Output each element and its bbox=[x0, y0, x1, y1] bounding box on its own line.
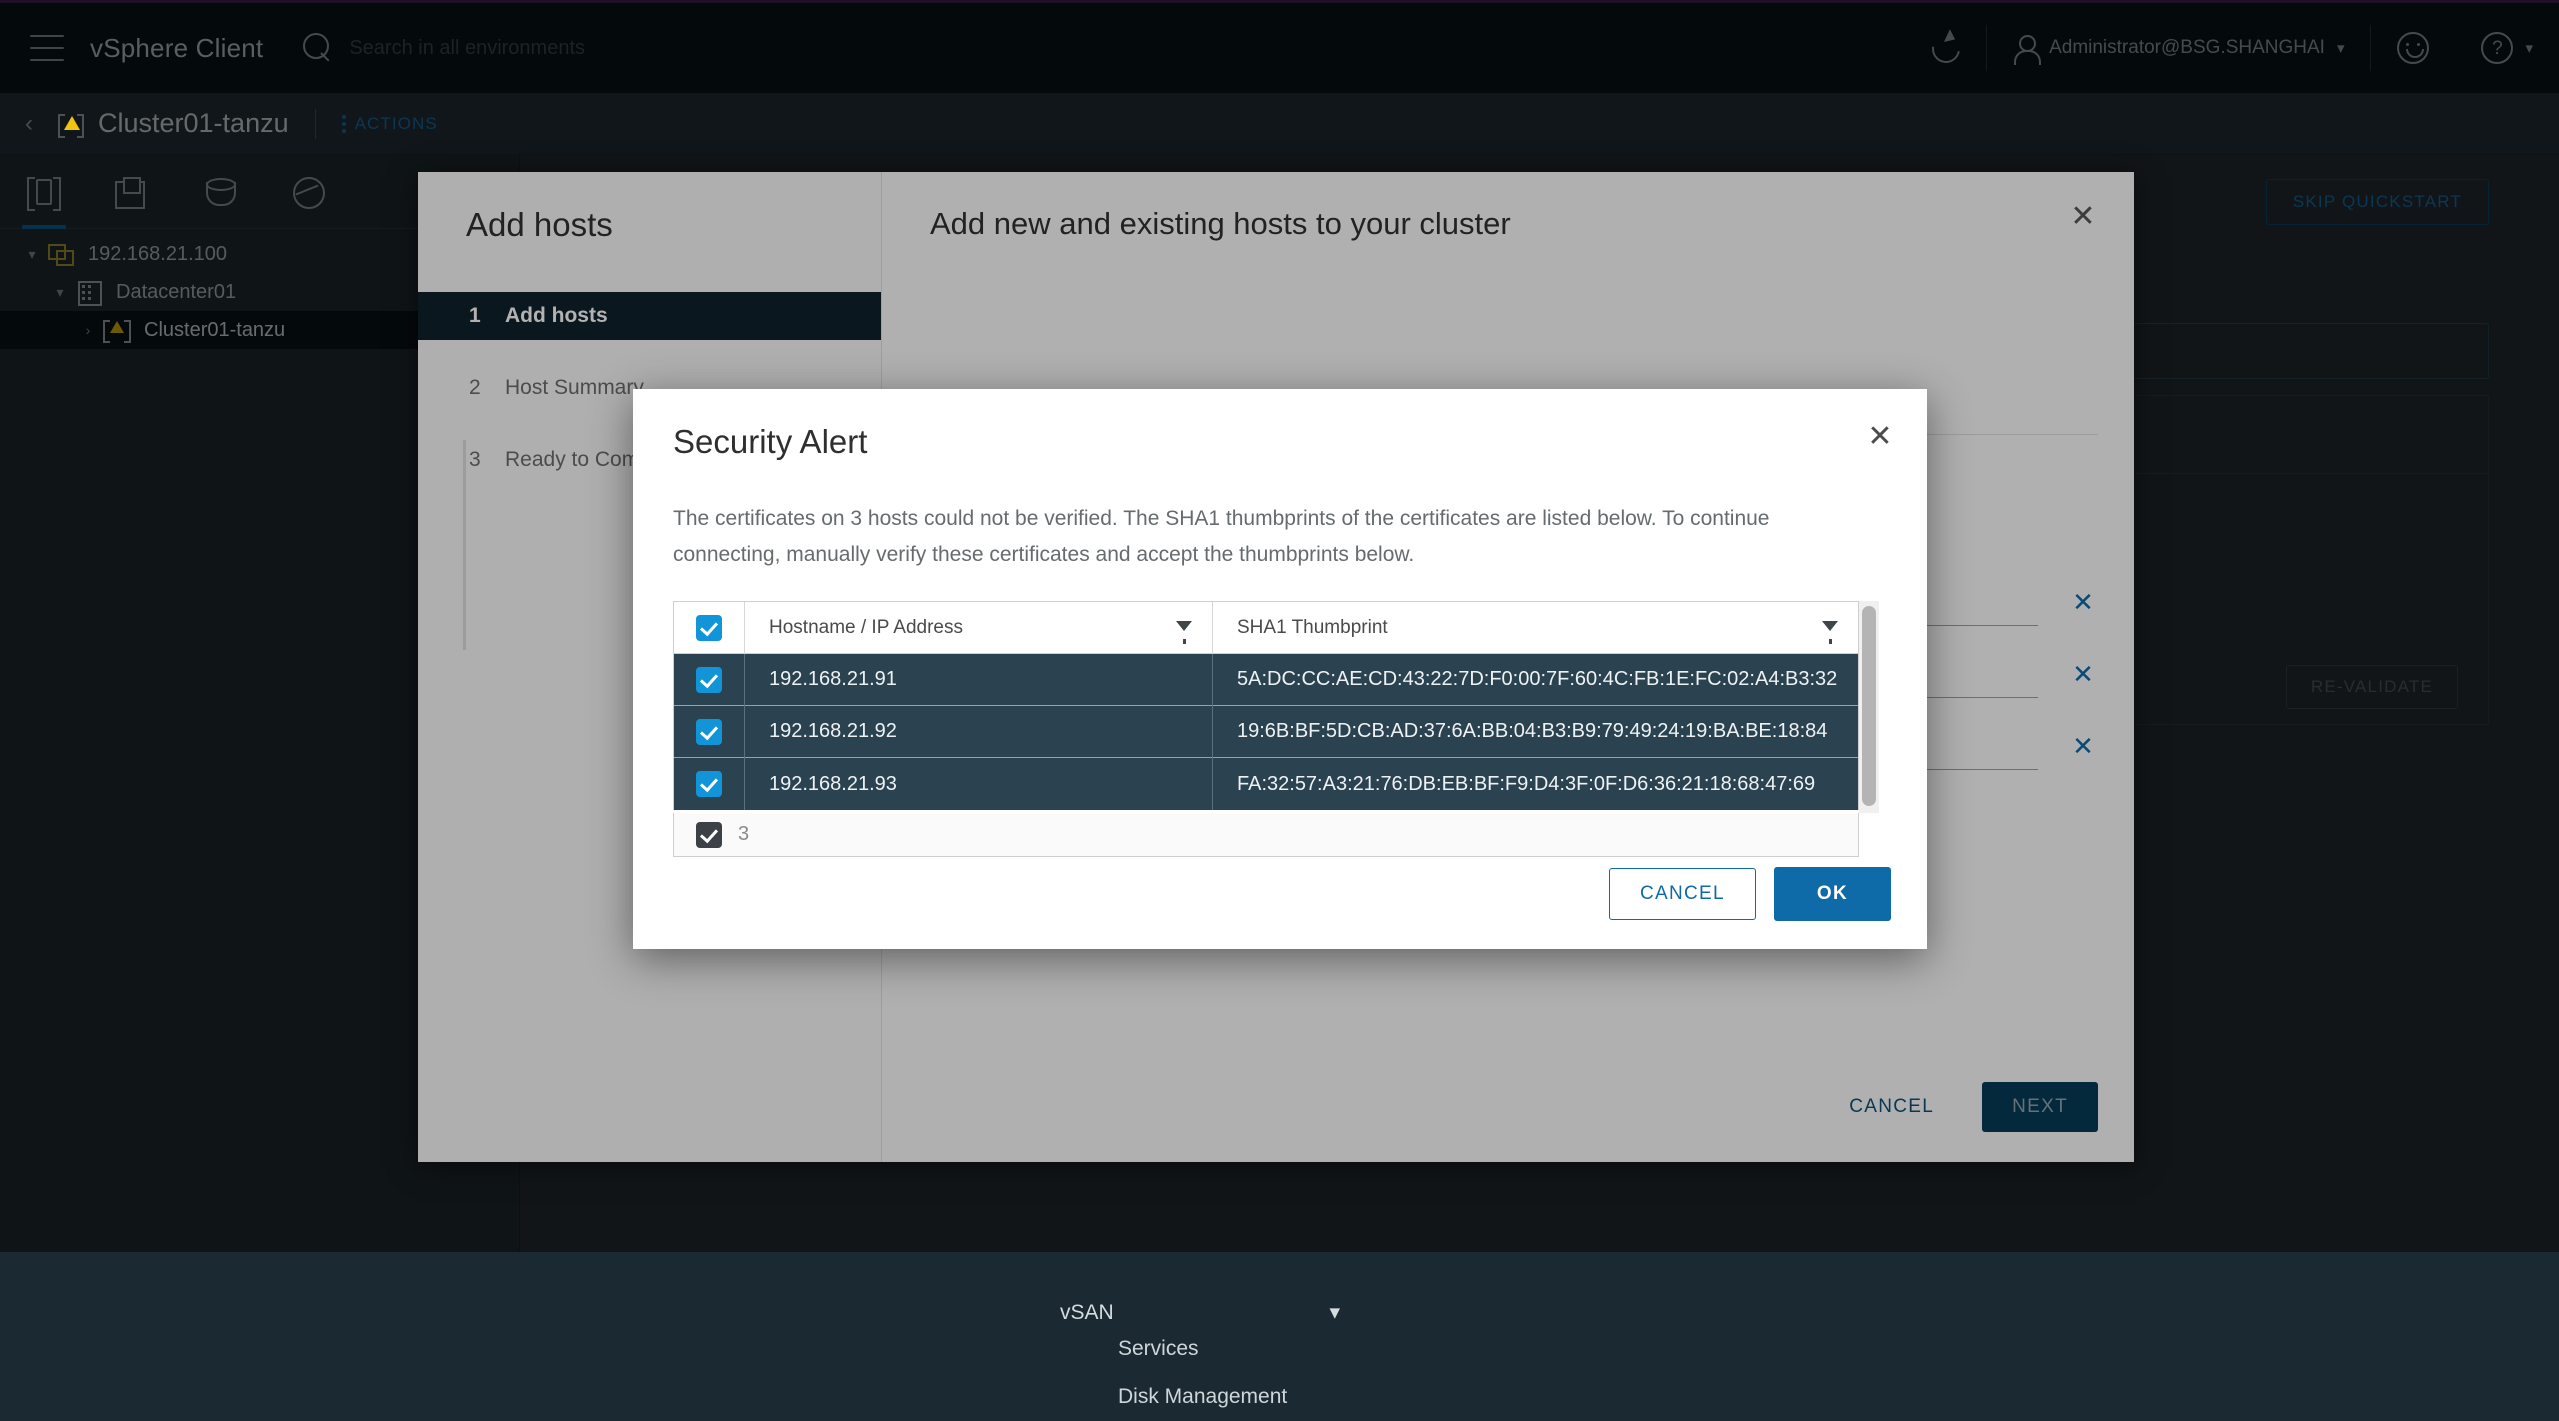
dialog-footer: CANCEL OK bbox=[1609, 867, 1891, 921]
cell-hostname: 192.168.21.93 bbox=[744, 758, 1212, 810]
vsan-settings-menu: vSAN ▾ Services Disk Management bbox=[1060, 1300, 1390, 1421]
vsan-menu-item-disk-management[interactable]: Disk Management bbox=[1060, 1373, 1390, 1421]
thumbprint-table: Hostname / IP Address SHA1 Thumbprint 19… bbox=[673, 601, 1859, 810]
vsan-menu-item-services[interactable]: Services bbox=[1060, 1325, 1390, 1373]
chevron-down-icon: ▾ bbox=[1329, 1300, 1340, 1325]
row-checkbox-cell[interactable] bbox=[674, 771, 744, 797]
table-header-row: Hostname / IP Address SHA1 Thumbprint bbox=[674, 602, 1858, 654]
close-icon[interactable]: ✕ bbox=[1863, 421, 1897, 455]
cell-thumbprint: 5A:DC:CC:AE:CD:43:22:7D:F0:00:7F:60:4C:F… bbox=[1212, 654, 1858, 706]
column-header-thumbprint[interactable]: SHA1 Thumbprint bbox=[1212, 602, 1858, 654]
selected-count: 3 bbox=[738, 823, 749, 846]
filter-icon[interactable] bbox=[1176, 621, 1192, 631]
footer-checkbox-icon[interactable] bbox=[696, 822, 722, 848]
row-checkbox-cell[interactable] bbox=[674, 667, 744, 693]
cancel-button[interactable]: CANCEL bbox=[1609, 868, 1756, 920]
cell-thumbprint: FA:32:57:A3:21:76:DB:EB:BF:F9:D4:3F:0F:D… bbox=[1212, 758, 1858, 810]
row-checkbox-cell[interactable] bbox=[674, 719, 744, 745]
column-header-hostname[interactable]: Hostname / IP Address bbox=[744, 602, 1212, 654]
vsan-section-label: vSAN bbox=[1060, 1301, 1114, 1325]
table-row[interactable]: 192.168.21.92 19:6B:BF:5D:CB:AD:37:6A:BB… bbox=[674, 706, 1858, 758]
scrollbar-thumb[interactable] bbox=[1862, 606, 1876, 806]
cell-hostname: 192.168.21.92 bbox=[744, 706, 1212, 758]
table-scrollbar[interactable] bbox=[1859, 601, 1879, 813]
security-alert-dialog: Security Alert ✕ The certificates on 3 h… bbox=[633, 389, 1927, 949]
dialog-message: The certificates on 3 hosts could not be… bbox=[673, 501, 1881, 573]
checkbox-icon[interactable] bbox=[696, 667, 722, 693]
table-footer: 3 bbox=[673, 813, 1859, 857]
vsan-section-header[interactable]: vSAN ▾ bbox=[1060, 1300, 1390, 1325]
filter-icon[interactable] bbox=[1822, 621, 1838, 631]
thumbprint-table-wrap: Hostname / IP Address SHA1 Thumbprint 19… bbox=[673, 601, 1879, 746]
table-row[interactable]: 192.168.21.91 5A:DC:CC:AE:CD:43:22:7D:F0… bbox=[674, 654, 1858, 706]
dialog-title: Security Alert bbox=[673, 423, 867, 461]
checkbox-icon[interactable] bbox=[696, 719, 722, 745]
select-all-checkbox-cell[interactable] bbox=[674, 615, 744, 641]
cell-hostname: 192.168.21.91 bbox=[744, 654, 1212, 706]
checkbox-icon[interactable] bbox=[696, 615, 722, 641]
column-header-label: Hostname / IP Address bbox=[769, 617, 963, 639]
cell-thumbprint: 19:6B:BF:5D:CB:AD:37:6A:BB:04:B3:B9:79:4… bbox=[1212, 706, 1858, 758]
ok-button[interactable]: OK bbox=[1774, 867, 1891, 921]
application-root: vSphere Client Administrator@BSG.SHANGHA… bbox=[0, 0, 2559, 1252]
table-row[interactable]: 192.168.21.93 FA:32:57:A3:21:76:DB:EB:BF… bbox=[674, 758, 1858, 810]
column-header-label: SHA1 Thumbprint bbox=[1237, 617, 1388, 639]
checkbox-icon[interactable] bbox=[696, 771, 722, 797]
